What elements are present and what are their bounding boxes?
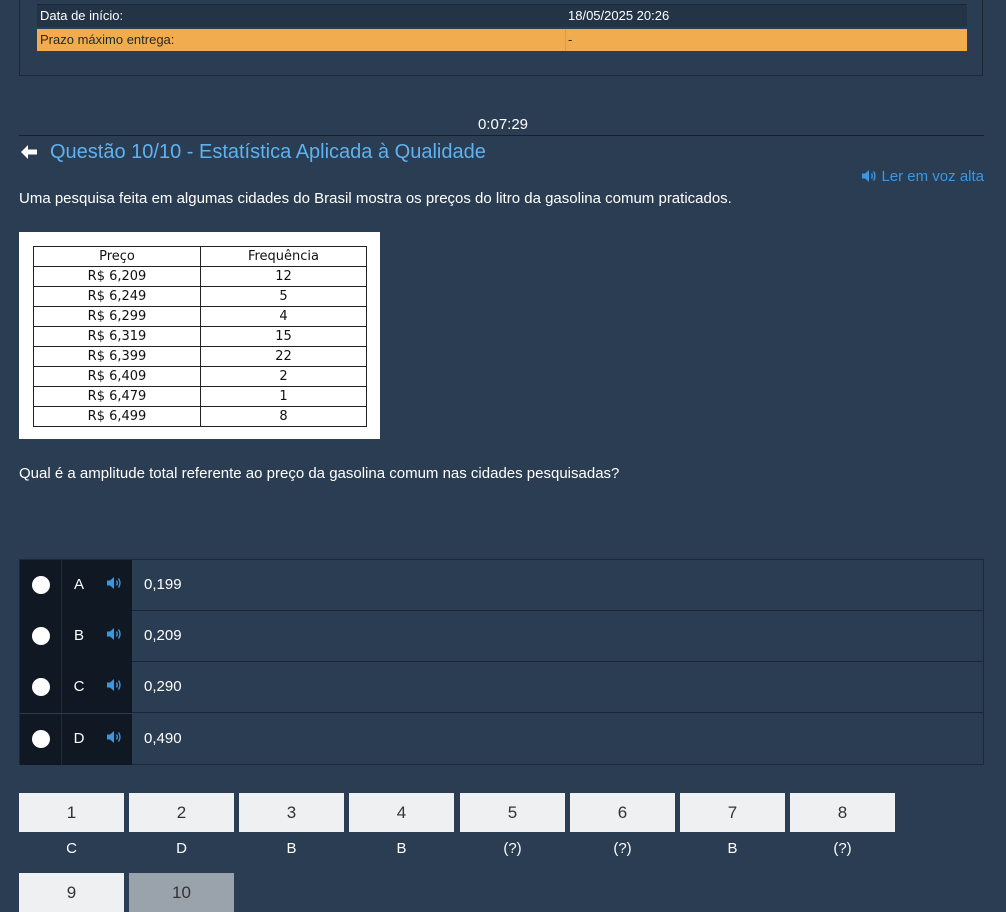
frequency-cell: 4 [200, 306, 367, 327]
nav-question-2[interactable]: 2 [129, 793, 234, 832]
read-aloud-link[interactable]: Ler em voz alta [861, 167, 984, 187]
speaker-cell [95, 611, 132, 662]
table-row: R$ 6,399 22 [33, 346, 367, 367]
radio-button-c[interactable] [32, 678, 50, 696]
deadline-label: Prazo máximo entrega: [40, 32, 175, 47]
option-a[interactable]: A 0,199 [20, 560, 983, 611]
arrow-left-icon[interactable] [19, 142, 39, 162]
exam-info-panel: Data de início: 18/05/2025 20:26 Prazo m… [19, 0, 983, 76]
countdown-timer: 0:07:29 [477, 116, 529, 133]
option-b[interactable]: B 0,209 [20, 611, 983, 662]
speaker-icon [862, 170, 877, 182]
option-letter: C [73, 678, 85, 695]
nav-answer-2: D [176, 840, 187, 857]
deadline-row: Prazo máximo entrega: - [37, 29, 967, 51]
speaker-icon[interactable] [106, 678, 122, 692]
timer-divider [19, 135, 984, 136]
frequency-table-card: Preço Frequência R$ 6,209 12 R$ 6,249 5 R$… [19, 232, 380, 439]
header-frequency: Frequência [200, 246, 367, 267]
price-cell: R$ 6,499 [33, 406, 201, 427]
speaker-cell [95, 714, 132, 765]
radio-cell [20, 611, 61, 662]
read-aloud-label: Ler em voz alta [881, 168, 984, 185]
answer-options: A 0,199 B 0,209 C 0,290 D 0,490 [19, 559, 984, 765]
speaker-icon[interactable] [106, 730, 122, 744]
nav-answer-8: (?) [833, 840, 852, 857]
option-divider [132, 712, 983, 713]
radio-cell [20, 560, 61, 611]
option-text: 0,199 [144, 576, 182, 593]
speaker-icon[interactable] [106, 576, 122, 590]
nav-question-9[interactable]: 9 [19, 873, 124, 912]
option-letter: A [73, 576, 84, 593]
frequency-cell: 12 [200, 266, 367, 287]
nav-question-7[interactable]: 7 [680, 793, 785, 832]
letter-cell: A [61, 560, 95, 611]
price-cell: R$ 6,249 [33, 286, 201, 307]
price-cell: R$ 6,319 [33, 326, 201, 347]
nav-answer-6: (?) [613, 840, 632, 857]
table-row: R$ 6,499 8 [33, 406, 367, 427]
letter-cell: D [61, 714, 95, 765]
speaker-cell [95, 560, 132, 611]
price-cell: R$ 6,399 [33, 346, 201, 367]
radio-button-d[interactable] [32, 730, 50, 748]
option-text: 0,490 [144, 730, 182, 747]
deadline-divider [565, 29, 566, 51]
nav-question-1[interactable]: 1 [19, 793, 124, 832]
nav-answer-3: B [286, 840, 297, 857]
nav-question-5[interactable]: 5 [460, 793, 565, 832]
frequency-table: Preço Frequência R$ 6,209 12 R$ 6,249 5 R$… [33, 246, 367, 427]
nav-question-6[interactable]: 6 [570, 793, 675, 832]
table-row: R$ 6,409 2 [33, 366, 367, 387]
frequency-cell: 1 [200, 386, 367, 407]
letter-cell: B [61, 611, 95, 662]
price-cell: R$ 6,209 [33, 266, 201, 287]
table-header-row: Preço Frequência [33, 246, 367, 267]
nav-question-3[interactable]: 3 [239, 793, 344, 832]
question-prompt: Qual é a amplitude total referente ao pr… [19, 465, 620, 482]
price-cell: R$ 6,299 [33, 306, 201, 327]
start-date-row: Data de início: 18/05/2025 20:26 [37, 4, 967, 27]
table-row: R$ 6,479 1 [33, 386, 367, 407]
option-text: 0,209 [144, 627, 182, 644]
radio-cell [20, 714, 61, 765]
option-letter: D [73, 730, 85, 747]
radio-button-b[interactable] [32, 627, 50, 645]
frequency-cell: 2 [200, 366, 367, 387]
speaker-icon[interactable] [106, 627, 122, 641]
option-d[interactable]: D 0,490 [20, 714, 983, 765]
nav-answer-5: (?) [503, 840, 522, 857]
table-row: R$ 6,299 4 [33, 306, 367, 327]
frequency-cell: 22 [200, 346, 367, 367]
price-cell: R$ 6,479 [33, 386, 201, 407]
nav-question-10[interactable]: 10 [129, 873, 234, 912]
nav-answer-4: B [396, 840, 407, 857]
nav-answer-1: C [66, 840, 77, 857]
start-date-label: Data de início: [40, 8, 124, 23]
question-statement: Uma pesquisa feita em algumas cidades do… [19, 190, 732, 207]
price-cell: R$ 6,409 [33, 366, 201, 387]
table-row: R$ 6,319 15 [33, 326, 367, 347]
deadline-value: - [568, 32, 573, 47]
table-row: R$ 6,209 12 [33, 266, 367, 287]
option-c[interactable]: C 0,290 [20, 662, 983, 713]
question-navigation: 1 2 3 4 5 6 7 8 C D B B (?) (?) B (?) 9 … [19, 793, 919, 912]
letter-cell: C [61, 662, 95, 713]
speaker-cell [95, 662, 132, 713]
frequency-cell: 5 [200, 286, 367, 307]
header-price: Preço [33, 246, 201, 267]
frequency-cell: 8 [200, 406, 367, 427]
radio-button-a[interactable] [32, 576, 50, 594]
radio-cell [20, 662, 61, 713]
table-row: R$ 6,249 5 [33, 286, 367, 307]
question-title: Questão 10/10 - Estatística Aplicada à Q… [50, 141, 486, 163]
nav-question-4[interactable]: 4 [349, 793, 454, 832]
start-date-value: 18/05/2025 20:26 [568, 8, 670, 23]
option-text: 0,290 [144, 678, 182, 695]
nav-answer-7: B [727, 840, 738, 857]
option-letter: B [73, 627, 84, 644]
frequency-cell: 15 [200, 326, 367, 347]
nav-question-8[interactable]: 8 [790, 793, 895, 832]
